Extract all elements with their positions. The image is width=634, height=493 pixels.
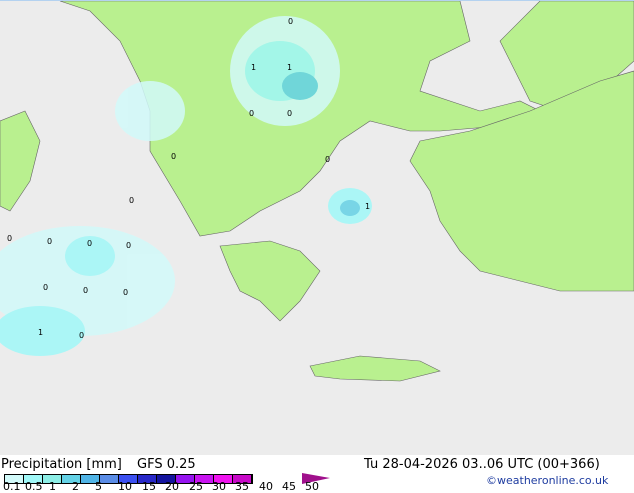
map-value: 1 bbox=[38, 328, 44, 337]
datetime: Tu 28-04-2026 03..06 UTC (00+366) bbox=[364, 457, 600, 472]
map-value: 0 bbox=[325, 155, 331, 164]
legend-tick: 50 bbox=[305, 480, 319, 493]
map-value: 0 bbox=[79, 331, 85, 340]
map-value: 0 bbox=[83, 286, 89, 295]
map-value: 0 bbox=[7, 234, 13, 243]
map-value: 0 bbox=[249, 109, 255, 118]
map-value: 0 bbox=[47, 237, 53, 246]
land-peloponnese bbox=[219, 240, 321, 322]
map-value: 0 bbox=[126, 241, 132, 250]
legend-tick: 40 bbox=[259, 480, 273, 493]
map-value: 0 bbox=[287, 109, 293, 118]
precipitation-map: 0 1 1 0 0 0 0 1 0 0 0 0 0 0 0 0 1 0 bbox=[0, 0, 634, 456]
legend-tick: 10 bbox=[118, 480, 132, 493]
map-value: 0 bbox=[288, 17, 294, 26]
map-value: 0 bbox=[171, 152, 177, 161]
map-value: 0 bbox=[43, 283, 49, 292]
legend-tick: 20 bbox=[165, 480, 179, 493]
map-value: 1 bbox=[287, 63, 293, 72]
title: Precipitation [mm] bbox=[1, 457, 122, 472]
map-value: 1 bbox=[365, 202, 371, 211]
land-italy bbox=[0, 110, 41, 212]
map-value: 0 bbox=[123, 288, 129, 297]
legend-tick: 5 bbox=[95, 480, 102, 493]
credit-link[interactable]: ©weatheronline.co.uk bbox=[486, 474, 608, 487]
legend-tick: 0.5 bbox=[25, 480, 43, 493]
map-shapes bbox=[0, 0, 634, 382]
legend-tick: 25 bbox=[189, 480, 203, 493]
legend-tick: 30 bbox=[212, 480, 226, 493]
legend-tick: 35 bbox=[235, 480, 249, 493]
legend-tick: 15 bbox=[142, 480, 156, 493]
map-value: 0 bbox=[129, 196, 135, 205]
land-crete bbox=[309, 355, 441, 382]
legend-swatch bbox=[100, 475, 119, 483]
legend-tick: 45 bbox=[282, 480, 296, 493]
legend-tick: 0.1 bbox=[3, 480, 21, 493]
legend-tick: 1 bbox=[49, 480, 56, 493]
map-value: 1 bbox=[251, 63, 257, 72]
model-label: GFS 0.25 bbox=[137, 457, 196, 472]
map-value: 0 bbox=[87, 239, 93, 248]
legend-tick: 2 bbox=[72, 480, 79, 493]
